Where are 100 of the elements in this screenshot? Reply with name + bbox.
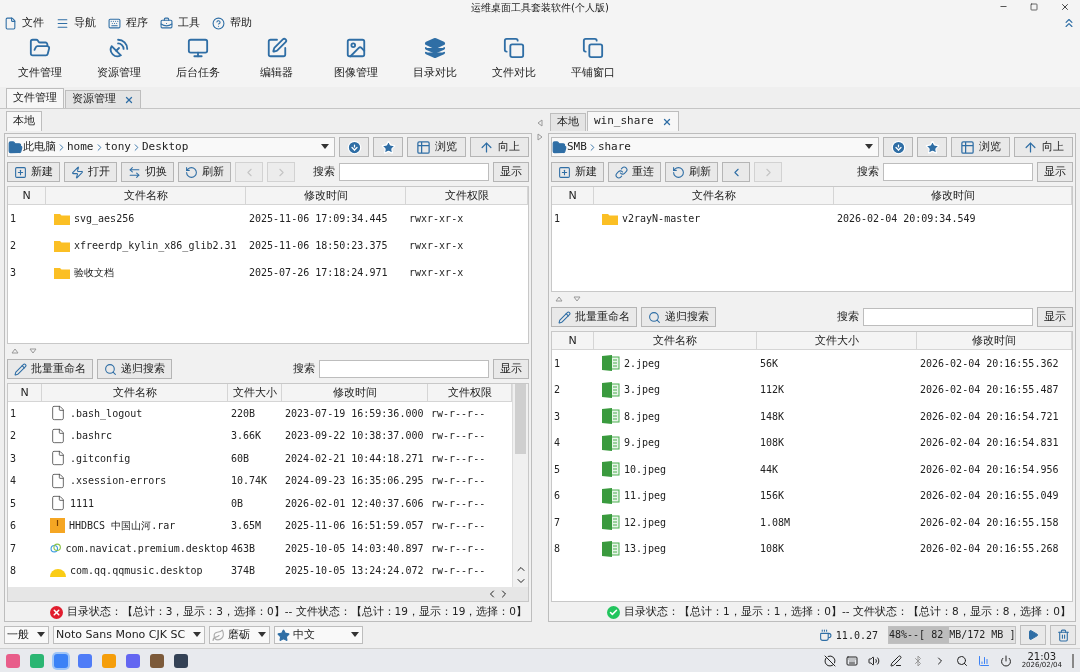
collapse-right-icon[interactable] bbox=[537, 133, 543, 141]
menu-item[interactable]: 工具 bbox=[160, 14, 200, 32]
file-name[interactable]: 10.jpeg bbox=[624, 461, 667, 477]
menu-item[interactable]: 程序 bbox=[108, 14, 148, 32]
blocked-icon[interactable] bbox=[823, 654, 836, 667]
file-name[interactable]: 1111 bbox=[70, 495, 95, 511]
column-header[interactable]: 修改时间 bbox=[917, 332, 1072, 350]
power-icon[interactable] bbox=[999, 654, 1012, 667]
action-button[interactable]: 递归搜索 bbox=[97, 359, 172, 379]
file-name[interactable]: 11.jpeg bbox=[624, 488, 667, 504]
collapse-up-icon[interactable] bbox=[555, 296, 563, 302]
column-header[interactable]: 修改时间 bbox=[282, 384, 428, 402]
dropdown[interactable]: 磨砺 bbox=[209, 626, 271, 644]
dropdown[interactable]: 一般 bbox=[4, 626, 49, 644]
file-name[interactable]: v2rayN-master bbox=[622, 211, 701, 226]
toolbar-button[interactable]: 编辑器 bbox=[237, 37, 316, 82]
toolbar-button[interactable]: 资源管理 bbox=[79, 37, 158, 82]
collapse-down-icon[interactable] bbox=[29, 348, 37, 354]
search-field[interactable] bbox=[863, 308, 1033, 326]
show-button[interactable]: 显示 bbox=[493, 359, 529, 379]
file-name[interactable]: HHDBCS 中国山河.rar bbox=[69, 518, 176, 534]
maximize-icon[interactable] bbox=[1030, 2, 1038, 11]
file-name[interactable]: com.navicat.premium.desktop bbox=[65, 540, 228, 556]
action-button[interactable]: 递归搜索 bbox=[641, 307, 716, 327]
column-header[interactable]: 修改时间 bbox=[834, 187, 1072, 205]
column-header[interactable]: 文件名称 bbox=[42, 384, 228, 402]
file-name[interactable]: 8.jpeg bbox=[624, 408, 661, 424]
toolbar-button[interactable]: 文件对比 bbox=[474, 37, 553, 82]
keyboard-icon[interactable] bbox=[845, 654, 858, 667]
collapse-left-icon[interactable] bbox=[537, 119, 543, 127]
download-button[interactable] bbox=[883, 137, 913, 157]
column-header[interactable]: N bbox=[552, 332, 594, 350]
close-icon[interactable] bbox=[124, 94, 134, 105]
tab[interactable]: 本地 bbox=[6, 111, 42, 131]
file-name[interactable]: .xsession-errors bbox=[70, 473, 167, 489]
action-button[interactable]: 刷新 bbox=[665, 162, 718, 182]
dropdown[interactable]: 中文 bbox=[274, 626, 364, 644]
action-button[interactable]: 新建 bbox=[7, 162, 60, 182]
show-button[interactable]: 显示 bbox=[493, 162, 529, 182]
toolbar-button[interactable]: 目录对比 bbox=[395, 37, 474, 82]
menu-item[interactable]: 文件 bbox=[4, 14, 44, 32]
column-header[interactable]: 文件大小 bbox=[757, 332, 917, 350]
search-icon[interactable] bbox=[955, 654, 968, 667]
path-segment[interactable]: tony bbox=[104, 138, 131, 156]
tab[interactable]: 文件管理 bbox=[6, 88, 64, 108]
column-header[interactable]: N bbox=[8, 187, 46, 205]
file-name[interactable]: svg_aes256 bbox=[74, 211, 135, 226]
column-header[interactable]: 修改时间 bbox=[246, 187, 406, 205]
show-button[interactable]: 显示 bbox=[1037, 307, 1073, 327]
app-icon[interactable] bbox=[126, 653, 140, 668]
download-button[interactable] bbox=[339, 137, 369, 157]
search-field[interactable] bbox=[339, 163, 489, 181]
column-header[interactable]: 文件大小 bbox=[228, 384, 282, 402]
file-name[interactable]: 12.jpeg bbox=[624, 514, 667, 530]
action-button[interactable]: 批量重命名 bbox=[551, 307, 637, 327]
column-header[interactable]: 文件名称 bbox=[594, 187, 834, 205]
file-name[interactable]: 9.jpeg bbox=[624, 435, 661, 451]
column-header[interactable]: 文件名称 bbox=[594, 332, 757, 350]
path-segment[interactable]: home bbox=[67, 138, 94, 156]
menu-item[interactable]: 导航 bbox=[56, 14, 96, 32]
column-header[interactable]: N bbox=[8, 384, 42, 402]
collapse-icon[interactable] bbox=[1062, 16, 1076, 30]
star-button[interactable] bbox=[917, 137, 947, 157]
pen-icon[interactable] bbox=[889, 654, 902, 667]
dropdown[interactable]: Noto Sans Mono CJK SC bbox=[53, 626, 206, 644]
toolbar-button[interactable]: 向上 bbox=[1014, 137, 1073, 157]
tab[interactable]: 本地 bbox=[550, 113, 586, 131]
path-segment[interactable]: share bbox=[597, 138, 631, 156]
file-name[interactable]: com.qq.qqmusic.desktop bbox=[70, 563, 203, 579]
path-bar[interactable]: 此电脑 home tony Desktop bbox=[7, 137, 335, 157]
vertical-scrollbar[interactable] bbox=[512, 384, 528, 587]
toolbar-button[interactable]: 后台任务 bbox=[158, 37, 237, 82]
show-button[interactable]: 显示 bbox=[1037, 162, 1073, 182]
search-field[interactable] bbox=[319, 360, 489, 378]
run-button[interactable] bbox=[1020, 625, 1046, 645]
search-field[interactable] bbox=[883, 163, 1033, 181]
file-name[interactable]: .bash_logout bbox=[70, 405, 143, 421]
volume-icon[interactable] bbox=[867, 654, 880, 667]
action-button[interactable]: 批量重命名 bbox=[7, 359, 93, 379]
path-segment[interactable]: 此电脑 bbox=[23, 138, 56, 156]
path-bar[interactable]: SMB share bbox=[551, 137, 879, 157]
toolbar-button[interactable]: 平铺窗口 bbox=[553, 37, 632, 82]
toolbar-button[interactable]: 文件管理 bbox=[0, 37, 79, 82]
tab[interactable]: 资源管理 bbox=[65, 90, 141, 108]
close-icon[interactable] bbox=[661, 116, 672, 127]
file-name[interactable]: 2.jpeg bbox=[624, 355, 661, 371]
column-header[interactable]: N bbox=[552, 187, 594, 205]
path-segment[interactable]: Desktop bbox=[142, 138, 189, 156]
file-name[interactable]: xfreerdp_kylin_x86_glib2.31 bbox=[74, 238, 237, 253]
scrollbar-thumb[interactable] bbox=[515, 384, 526, 454]
action-button[interactable]: 切换 bbox=[121, 162, 174, 182]
tab[interactable]: win_share bbox=[587, 111, 679, 131]
toolbar-button[interactable]: 浏览 bbox=[951, 137, 1010, 157]
path-segment[interactable]: SMB bbox=[567, 138, 587, 156]
action-button[interactable]: 打开 bbox=[64, 162, 117, 182]
action-button[interactable]: 重连 bbox=[608, 162, 661, 182]
file-name[interactable]: 验收文档 bbox=[74, 265, 114, 280]
horizontal-scrollbar[interactable] bbox=[8, 587, 528, 601]
app-icon[interactable] bbox=[174, 653, 188, 668]
toolbar-button[interactable]: 图像管理 bbox=[316, 37, 395, 82]
